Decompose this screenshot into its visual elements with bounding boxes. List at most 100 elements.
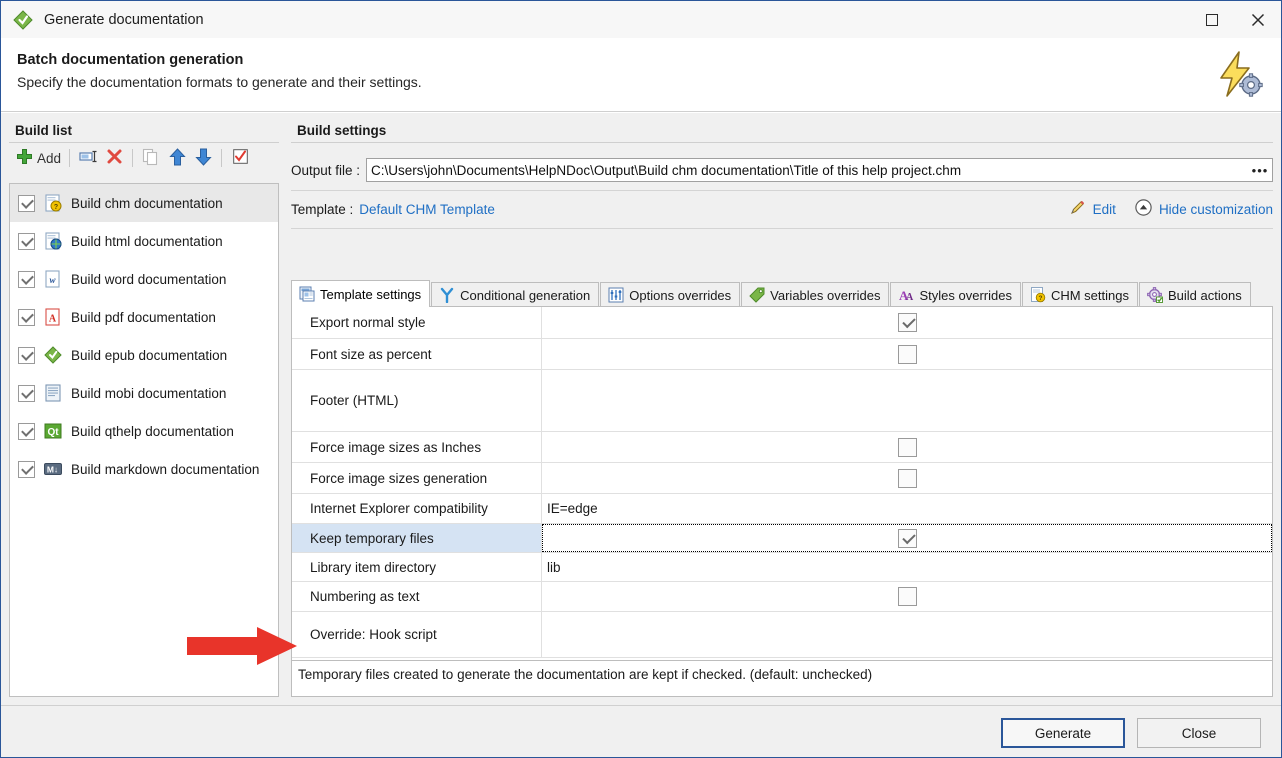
setting-row[interactable]: Force image sizes as Inches	[292, 432, 1272, 463]
html-icon	[44, 232, 62, 250]
build-item-checkbox[interactable]	[18, 232, 35, 250]
tab-styles-overrides[interactable]: A A Styles overrides	[890, 282, 1021, 307]
template-actions: Edit Hide customization	[1069, 195, 1273, 223]
svg-text:M↓: M↓	[47, 464, 58, 474]
maximize-button[interactable]	[1189, 1, 1235, 38]
tab-options-overrides[interactable]: Options overrides	[600, 282, 741, 307]
duplicate-build-button[interactable]	[138, 145, 164, 171]
tab-build-actions[interactable]: Build actions	[1139, 282, 1251, 307]
setting-name: Library item directory	[292, 553, 542, 581]
setting-checkbox[interactable]	[897, 587, 917, 606]
setting-checkbox[interactable]	[897, 468, 917, 488]
output-file-input[interactable]: C:\Users\john\Documents\HelpNDoc\Output\…	[366, 158, 1273, 182]
check-all-button[interactable]	[227, 145, 253, 171]
tab-label: Styles overrides	[919, 287, 1012, 303]
build-item-checkbox[interactable]	[18, 422, 35, 440]
build-list-item[interactable]: Qt Build qthelp documentation	[10, 412, 278, 450]
build-list-item[interactable]: M↓ Build markdown documentation	[10, 450, 278, 488]
tab-conditional-generation[interactable]: Conditional generation	[431, 282, 600, 307]
build-item-checkbox[interactable]	[18, 194, 35, 212]
hide-customization-link[interactable]: Hide customization	[1159, 202, 1273, 217]
build-list-item[interactable]: Build mobi documentation	[10, 374, 278, 412]
build-list-item[interactable]: ? Build chm documentation	[10, 184, 278, 222]
plus-icon	[16, 148, 33, 168]
build-item-label: Build chm documentation	[71, 195, 223, 211]
rename-icon	[78, 148, 98, 168]
setting-name: Internet Explorer compatibility	[292, 494, 542, 523]
setting-row[interactable]: Footer (HTML)	[292, 370, 1272, 432]
styles-overrides-icon: AA	[898, 287, 914, 303]
rename-build-button[interactable]	[75, 145, 101, 171]
template-link[interactable]: Default CHM Template	[359, 202, 495, 217]
template-settings-grid[interactable]: Export normal style Font size as percent F…	[291, 306, 1273, 661]
setting-row[interactable]: Internet Explorer compatibility IE=edge	[292, 494, 1272, 524]
setting-description: Temporary files created to generate the …	[291, 661, 1273, 697]
setting-row[interactable]: Keep temporary files	[292, 524, 1272, 553]
build-item-checkbox[interactable]	[18, 384, 35, 402]
setting-value-cell[interactable]: IE=edge	[542, 494, 1272, 523]
build-list-item[interactable]: w Build word documentation	[10, 260, 278, 298]
setting-value-cell[interactable]	[542, 307, 1272, 338]
setting-row[interactable]: Font size as percent	[292, 339, 1272, 370]
setting-value-cell[interactable]	[542, 463, 1272, 493]
build-list-item[interactable]: Build epub documentation	[10, 336, 278, 374]
options-overrides-icon	[608, 287, 624, 303]
chevron-up-circle-icon[interactable]	[1135, 199, 1152, 219]
svg-text:w: w	[49, 275, 56, 285]
arrow-down-icon	[194, 148, 212, 169]
settings-tabs[interactable]: Template settings Conditional generation O…	[291, 280, 1273, 307]
setting-checkbox[interactable]	[897, 344, 917, 364]
close-window-button[interactable]	[1235, 1, 1281, 38]
move-down-button[interactable]	[190, 145, 216, 171]
move-up-button[interactable]	[164, 145, 190, 171]
header-title: Batch documentation generation	[17, 52, 244, 68]
setting-value-cell[interactable]	[542, 612, 1272, 657]
edit-template-link[interactable]: Edit	[1093, 202, 1116, 217]
setting-checkbox[interactable]	[897, 528, 917, 548]
generate-documentation-window: Generate documentation Batch documentati…	[0, 0, 1282, 758]
setting-row[interactable]: Override: Hook script	[292, 612, 1272, 658]
build-list-item[interactable]: A Build pdf documentation	[10, 298, 278, 336]
svg-text:A: A	[49, 314, 57, 325]
toolbar-separator	[69, 149, 71, 167]
build-list[interactable]: ? Build chm documentation Build html docum…	[9, 183, 279, 697]
build-item-checkbox[interactable]	[18, 346, 35, 364]
divider	[291, 228, 1273, 229]
toolbar-separator	[221, 149, 223, 167]
tab-template-settings[interactable]: Template settings	[291, 280, 431, 307]
tab-chm-settings[interactable]: ? CHM settings	[1021, 282, 1138, 307]
delete-build-button[interactable]	[101, 145, 127, 171]
svg-text:Qt: Qt	[47, 427, 59, 438]
setting-value-cell[interactable]	[542, 370, 1272, 431]
setting-value-cell[interactable]	[542, 524, 1272, 552]
setting-checkbox[interactable]	[897, 437, 917, 457]
setting-row[interactable]: Library item directory lib	[292, 553, 1272, 582]
word-icon: w	[44, 270, 62, 288]
build-item-checkbox[interactable]	[18, 308, 35, 326]
conditional-generation-icon	[439, 287, 455, 304]
svg-text:?: ?	[54, 204, 58, 211]
pencil-icon[interactable]	[1069, 199, 1086, 219]
browse-output-button[interactable]: •••	[1249, 159, 1271, 181]
build-item-checkbox[interactable]	[18, 460, 35, 478]
setting-value-cell[interactable]	[542, 339, 1272, 369]
setting-checkbox[interactable]	[897, 313, 917, 332]
setting-row[interactable]: Numbering as text	[292, 582, 1272, 612]
mobi-icon	[44, 384, 62, 402]
build-item-checkbox[interactable]	[18, 270, 35, 288]
setting-row[interactable]: Export normal style	[292, 307, 1272, 339]
title-bar: Generate documentation	[1, 1, 1281, 38]
setting-value-cell[interactable]: lib	[542, 553, 1272, 581]
generate-button[interactable]: Generate	[1001, 718, 1125, 748]
setting-row[interactable]: Force image sizes generation	[292, 463, 1272, 494]
tab-variables-overrides[interactable]: Variables overrides	[741, 282, 890, 307]
build-list-item[interactable]: Build html documentation	[10, 222, 278, 260]
setting-value-cell[interactable]	[542, 582, 1272, 611]
build-item-label: Build mobi documentation	[71, 385, 227, 401]
setting-value-cell[interactable]	[542, 432, 1272, 462]
setting-name: Force image sizes generation	[292, 463, 542, 493]
add-build-button[interactable]: Add	[13, 145, 64, 171]
close-button[interactable]: Close	[1137, 718, 1261, 748]
template-label: Template :	[291, 201, 354, 217]
duplicate-pages-icon	[142, 148, 160, 169]
